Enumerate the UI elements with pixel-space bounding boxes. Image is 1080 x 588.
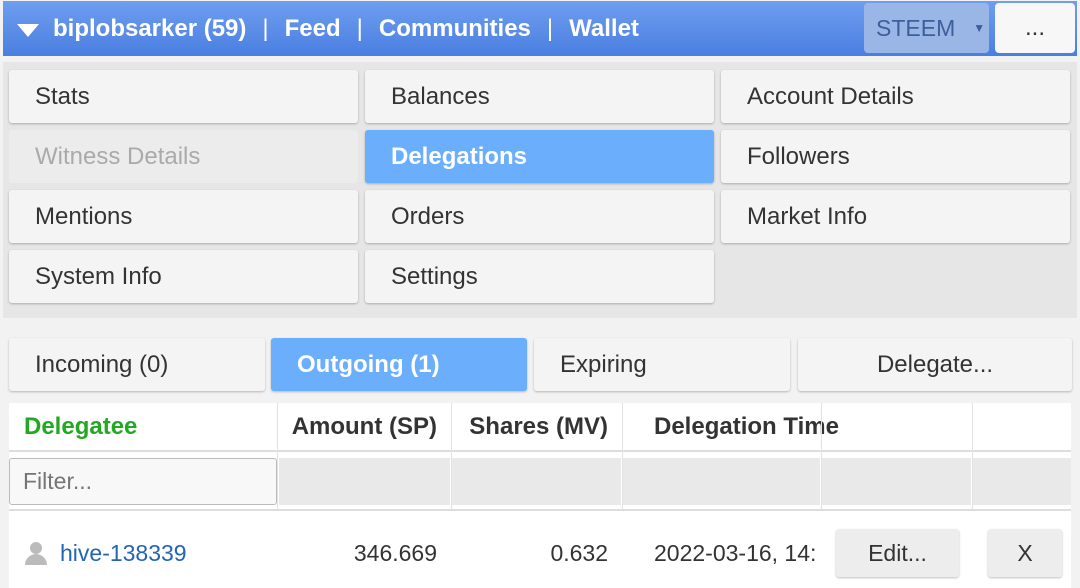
menu-balances[interactable]: Balances [365, 70, 714, 123]
column-divider [277, 403, 278, 509]
menu-followers[interactable]: Followers [721, 130, 1070, 183]
menu-account-details[interactable]: Account Details [721, 70, 1070, 123]
tab-expiring[interactable]: Expiring [534, 338, 790, 391]
menu-market-info[interactable]: Market Info [721, 190, 1070, 243]
tab-incoming[interactable]: Incoming (0) [9, 338, 265, 391]
table-cell-delegation-time: 2022-03-16, 14: [654, 539, 817, 566]
chain-select[interactable]: STEEM ▼ [864, 3, 989, 53]
filter-cell [623, 458, 820, 505]
menu-witness-details: Witness Details [9, 130, 358, 183]
column-header-amount[interactable]: Amount (SP) [279, 403, 451, 451]
menu-stats[interactable]: Stats [9, 70, 358, 123]
menu-orders[interactable]: Orders [365, 190, 714, 243]
nav-separator: | [262, 14, 269, 42]
section-menu: Stats Balances Account Details Witness D… [3, 62, 1077, 318]
header-divider [9, 450, 1071, 452]
filter-cell [452, 458, 621, 505]
remove-delegation-button[interactable]: X [988, 529, 1062, 577]
menu-settings[interactable]: Settings [365, 250, 714, 303]
table-row-delegatee: hive-138339 [24, 531, 279, 575]
table-cell-shares: 0.632 [550, 539, 608, 566]
nav-separator: | [546, 14, 554, 42]
top-bar: biplobsarker (59) | Feed | Communities |… [3, 1, 1077, 56]
delegate-button[interactable]: Delegate... [798, 338, 1072, 391]
column-header-shares[interactable]: Shares (MV) [451, 403, 622, 451]
chain-select-value: STEEM [876, 14, 956, 41]
delegation-tabs: Incoming (0) Outgoing (1) Expiring Deleg… [3, 330, 1077, 398]
account-menu[interactable]: biplobsarker (59) [53, 15, 246, 43]
edit-delegation-button[interactable]: Edit... [836, 529, 959, 577]
nav-feed-link[interactable]: Feed [285, 15, 341, 43]
filter-cell [279, 458, 450, 505]
more-button[interactable]: ... [995, 3, 1075, 53]
column-header-delegation-time[interactable]: Delegation Time [654, 403, 954, 451]
nav-communities-link[interactable]: Communities [379, 15, 531, 43]
delegatee-link[interactable]: hive-138339 [60, 540, 187, 567]
nav-separator: | [356, 14, 363, 42]
tab-outgoing[interactable]: Outgoing (1) [271, 338, 527, 391]
table-cell-amount: 346.669 [353, 539, 437, 566]
filter-cell [973, 458, 1071, 505]
top-nav: biplobsarker (59) | Feed | Communities |… [17, 1, 639, 56]
user-icon [24, 541, 48, 565]
menu-mentions[interactable]: Mentions [9, 190, 358, 243]
column-header-delegatee[interactable]: Delegatee [24, 403, 279, 451]
menu-delegations[interactable]: Delegations [365, 130, 714, 183]
filter-cell [822, 458, 971, 505]
account-dropdown-icon[interactable] [17, 23, 39, 37]
nav-wallet-link[interactable]: Wallet [569, 15, 639, 43]
delegatee-filter-input[interactable] [9, 458, 277, 505]
filter-divider [9, 509, 1071, 511]
menu-system-info[interactable]: System Info [9, 250, 358, 303]
delegations-table: Delegatee Amount (SP) Shares (MV) Delega… [9, 403, 1071, 588]
chevron-down-icon: ▼ [973, 21, 986, 35]
